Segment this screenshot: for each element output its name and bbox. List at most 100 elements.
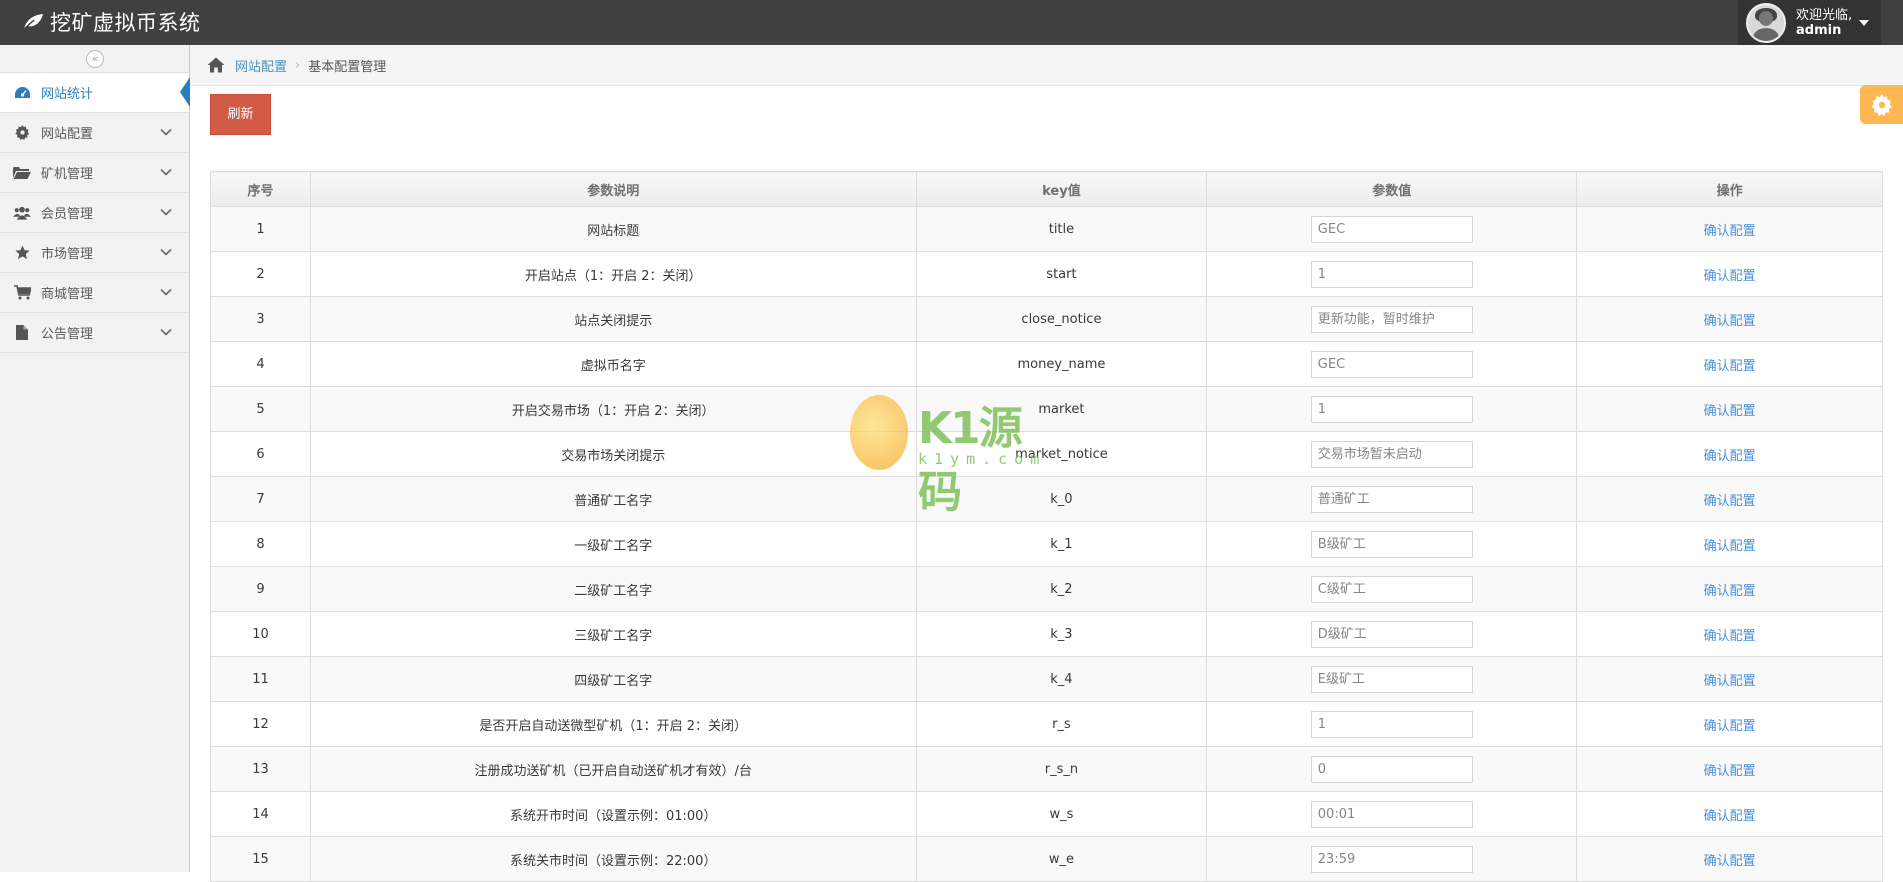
sidebar-collapse-row: « bbox=[0, 45, 189, 73]
file-icon bbox=[13, 324, 31, 342]
row-key: r_s bbox=[915, 701, 1208, 747]
confirm-config-link[interactable]: 确认配置 bbox=[1704, 539, 1756, 554]
table-row: 4 虚拟币名字 money_name GEC 确认配置 bbox=[210, 341, 1883, 387]
row-value-cell: 0 bbox=[1206, 746, 1578, 792]
row-id: 2 bbox=[210, 251, 311, 297]
chevron-down-icon bbox=[160, 168, 172, 176]
table-row: 10 三级矿工名字 k_3 D级矿工 确认配置 bbox=[210, 611, 1883, 657]
param-value-input[interactable]: GEC bbox=[1310, 350, 1473, 378]
row-description: 是否开启自动送微型矿机（1：开启 2：关闭） bbox=[309, 701, 917, 747]
row-action-cell: 确认配置 bbox=[1576, 476, 1883, 522]
sidebar-item-shop[interactable]: 商城管理 bbox=[0, 273, 189, 313]
param-value-input[interactable]: C级矿工 bbox=[1310, 575, 1473, 603]
column-header-key: key值 bbox=[915, 171, 1208, 207]
confirm-config-link[interactable]: 确认配置 bbox=[1704, 314, 1756, 329]
param-value-input[interactable]: 1 bbox=[1310, 710, 1473, 738]
sidebar-item-miner[interactable]: 矿机管理 bbox=[0, 153, 189, 193]
row-id: 6 bbox=[210, 431, 311, 477]
row-description: 二级矿工名字 bbox=[309, 566, 917, 612]
gear-icon bbox=[13, 124, 31, 142]
param-value-input[interactable]: 1 bbox=[1310, 395, 1473, 423]
brand[interactable]: 挖矿虚拟币系统 bbox=[22, 8, 201, 36]
param-value-input[interactable]: 更新功能，暂时维护 bbox=[1310, 305, 1473, 333]
row-id: 1 bbox=[210, 206, 311, 252]
confirm-config-link[interactable]: 确认配置 bbox=[1704, 719, 1756, 734]
param-value-input[interactable]: D级矿工 bbox=[1310, 620, 1473, 648]
row-key: title bbox=[915, 206, 1208, 252]
confirm-config-link[interactable]: 确认配置 bbox=[1704, 584, 1756, 599]
row-description: 虚拟币名字 bbox=[309, 341, 917, 387]
home-icon[interactable] bbox=[207, 57, 225, 73]
param-value-input[interactable]: 普通矿工 bbox=[1310, 485, 1473, 513]
table-row: 5 开启交易市场（1：开启 2：关闭） market 1 确认配置 bbox=[210, 386, 1883, 432]
sidebar-item-members[interactable]: 会员管理 bbox=[0, 193, 189, 233]
row-key: k_1 bbox=[915, 521, 1208, 567]
row-value-cell: C级矿工 bbox=[1206, 566, 1578, 612]
breadcrumb-link-site-config[interactable]: 网站配置 bbox=[235, 56, 287, 75]
top-navbar: 挖矿虚拟币系统 欢迎光临, admin bbox=[0, 0, 1903, 45]
confirm-config-link[interactable]: 确认配置 bbox=[1704, 269, 1756, 284]
confirm-config-link[interactable]: 确认配置 bbox=[1704, 674, 1756, 689]
row-action-cell: 确认配置 bbox=[1576, 566, 1883, 612]
confirm-config-link[interactable]: 确认配置 bbox=[1704, 764, 1756, 779]
row-description: 一级矿工名字 bbox=[309, 521, 917, 567]
row-id: 13 bbox=[210, 746, 311, 792]
param-value-input[interactable]: E级矿工 bbox=[1310, 665, 1473, 693]
column-header-action: 操作 bbox=[1576, 171, 1883, 207]
param-value-input[interactable]: GEC bbox=[1310, 215, 1473, 243]
row-value-cell: 1 bbox=[1206, 701, 1578, 747]
confirm-config-link[interactable]: 确认配置 bbox=[1704, 224, 1756, 239]
config-table: 序号 参数说明 key值 参数值 操作 1 网站标题 title GEC 确认配置 2 开启… bbox=[210, 171, 1883, 882]
sidebar-item-label: 网站统计 bbox=[41, 87, 94, 102]
param-value-input[interactable]: 1 bbox=[1310, 260, 1473, 288]
confirm-config-link[interactable]: 确认配置 bbox=[1704, 359, 1756, 374]
param-value-input[interactable]: 00:01 bbox=[1310, 800, 1473, 828]
row-description: 开启交易市场（1：开启 2：关闭） bbox=[309, 386, 917, 432]
breadcrumb: 网站配置 › 基本配置管理 bbox=[190, 45, 1903, 86]
confirm-config-link[interactable]: 确认配置 bbox=[1704, 494, 1756, 509]
table-row: 7 普通矿工名字 k_0 普通矿工 确认配置 bbox=[210, 476, 1883, 522]
param-value-input[interactable]: 交易市场暂未启动 bbox=[1310, 440, 1473, 468]
caret-down-icon bbox=[1859, 20, 1869, 26]
row-key: k_4 bbox=[915, 656, 1208, 702]
param-value-input[interactable]: 23:59 bbox=[1310, 845, 1473, 873]
sidebar-item-site-stats[interactable]: 网站统计 bbox=[0, 73, 190, 113]
row-id: 5 bbox=[210, 386, 311, 432]
confirm-config-link[interactable]: 确认配置 bbox=[1704, 854, 1756, 869]
breadcrumb-separator: › bbox=[295, 57, 301, 73]
sidebar-item-site-config[interactable]: 网站配置 bbox=[0, 113, 189, 153]
table-row: 8 一级矿工名字 k_1 B级矿工 确认配置 bbox=[210, 521, 1883, 567]
row-value-cell: 1 bbox=[1206, 386, 1578, 432]
sidebar-item-notices[interactable]: 公告管理 bbox=[0, 313, 189, 353]
folder-open-icon bbox=[13, 164, 31, 182]
table-row: 13 注册成功送矿机（已开启自动送矿机才有效）/台 r_s_n 0 确认配置 bbox=[210, 746, 1883, 792]
chevron-down-icon bbox=[160, 208, 172, 216]
confirm-config-link[interactable]: 确认配置 bbox=[1704, 809, 1756, 824]
row-action-cell: 确认配置 bbox=[1576, 206, 1883, 252]
user-menu[interactable]: 欢迎光临, admin bbox=[1738, 0, 1881, 45]
sidebar-item-label: 市场管理 bbox=[41, 247, 94, 262]
param-value-input[interactable]: B级矿工 bbox=[1310, 530, 1473, 558]
row-value-cell: 00:01 bbox=[1206, 791, 1578, 837]
confirm-config-link[interactable]: 确认配置 bbox=[1704, 404, 1756, 419]
param-value-input[interactable]: 0 bbox=[1310, 755, 1473, 783]
row-id: 8 bbox=[210, 521, 311, 567]
row-action-cell: 确认配置 bbox=[1576, 521, 1883, 567]
confirm-config-link[interactable]: 确认配置 bbox=[1704, 629, 1756, 644]
row-action-cell: 确认配置 bbox=[1576, 611, 1883, 657]
row-action-cell: 确认配置 bbox=[1576, 431, 1883, 477]
row-action-cell: 确认配置 bbox=[1576, 746, 1883, 792]
ace-settings-button[interactable] bbox=[1860, 85, 1903, 124]
table-row: 9 二级矿工名字 k_2 C级矿工 确认配置 bbox=[210, 566, 1883, 612]
breadcrumb-current: 基本配置管理 bbox=[308, 59, 387, 75]
row-key: k_0 bbox=[915, 476, 1208, 522]
row-description: 三级矿工名字 bbox=[309, 611, 917, 657]
row-description: 网站标题 bbox=[309, 206, 917, 252]
refresh-button[interactable]: 刷新 bbox=[210, 94, 271, 135]
collapse-sidebar-button[interactable]: « bbox=[86, 50, 104, 68]
row-value-cell: E级矿工 bbox=[1206, 656, 1578, 702]
table-header-row: 序号 参数说明 key值 参数值 操作 bbox=[210, 171, 1883, 207]
confirm-config-link[interactable]: 确认配置 bbox=[1704, 449, 1756, 464]
row-key: market_notice bbox=[915, 431, 1208, 477]
sidebar-item-market[interactable]: 市场管理 bbox=[0, 233, 189, 273]
